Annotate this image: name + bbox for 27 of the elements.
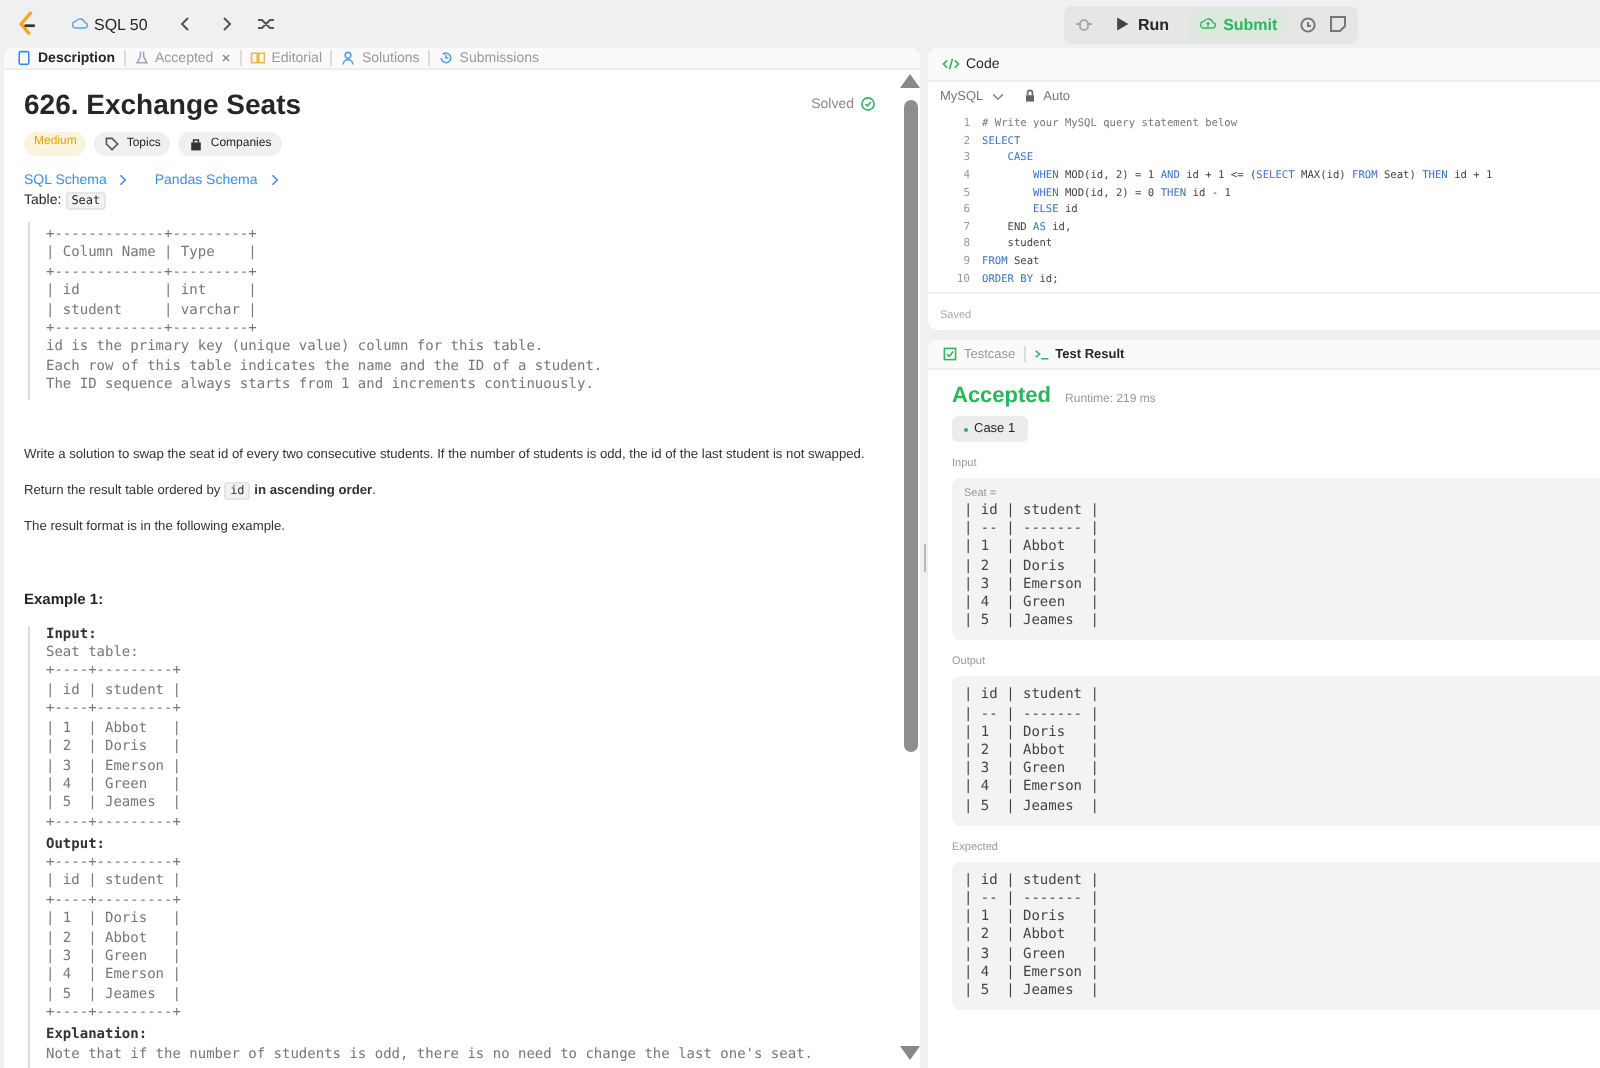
check-circle-icon <box>860 96 876 112</box>
cloud-icon <box>72 16 88 32</box>
history-icon <box>437 50 454 66</box>
book-icon <box>249 50 266 66</box>
cloud-upload-icon <box>1199 16 1216 32</box>
logo-icon[interactable] <box>16 10 40 38</box>
bug-icon[interactable] <box>1074 14 1094 34</box>
terminal-icon <box>1033 346 1050 362</box>
document-icon <box>16 50 32 66</box>
problem-title: 626. Exchange Seats <box>24 88 304 120</box>
lock-icon <box>1021 88 1038 104</box>
person-icon <box>340 50 356 66</box>
checkbox-icon <box>942 346 958 362</box>
alarm-clock-icon[interactable] <box>1297 14 1318 34</box>
verdict-text: Accepted <box>952 384 1052 408</box>
lock-icon <box>188 136 205 152</box>
chevron-right-icon <box>114 172 131 188</box>
run-button[interactable]: Run <box>1104 9 1180 39</box>
note-icon[interactable] <box>1327 14 1348 34</box>
problem-list-button[interactable]: SQL 50 <box>64 9 156 39</box>
tag-icon <box>104 136 121 152</box>
shuffle-icon[interactable] <box>255 14 276 34</box>
close-icon[interactable] <box>219 52 232 64</box>
flask-icon <box>133 50 150 66</box>
code-icon <box>942 56 960 72</box>
chevron-down-icon <box>989 88 1006 104</box>
play-icon <box>1114 16 1130 32</box>
